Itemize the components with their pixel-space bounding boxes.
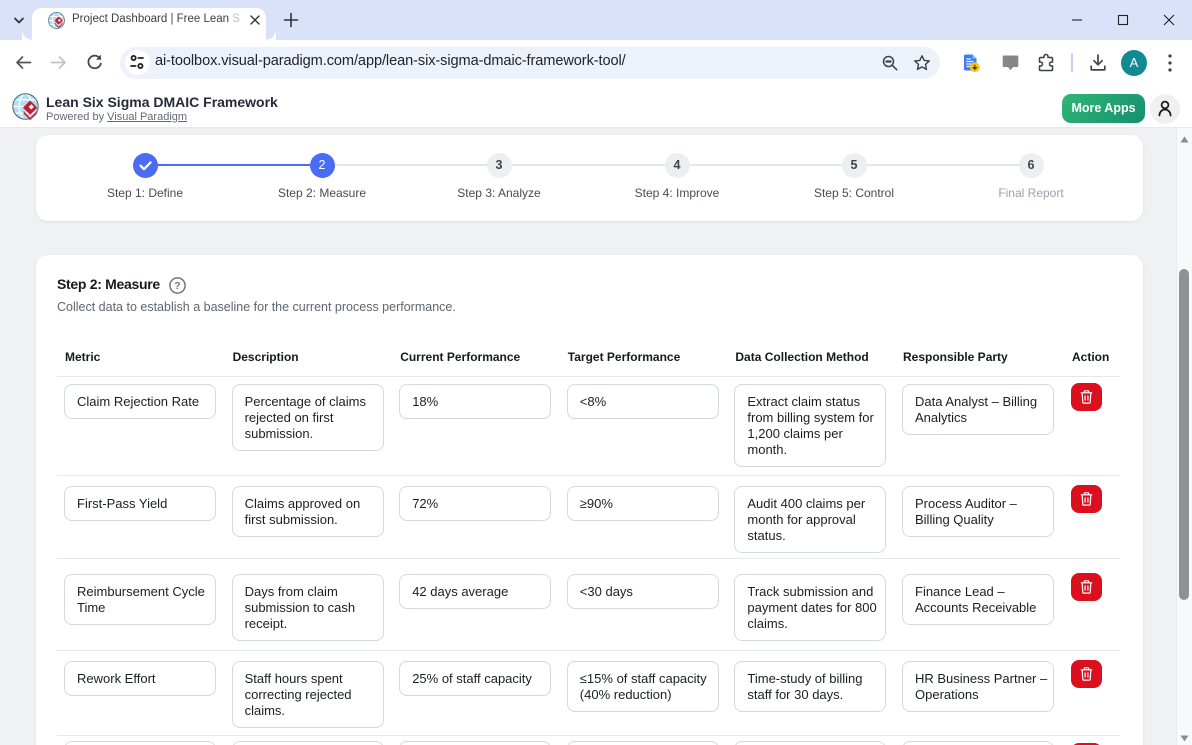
svg-text:?: ?: [174, 280, 180, 292]
